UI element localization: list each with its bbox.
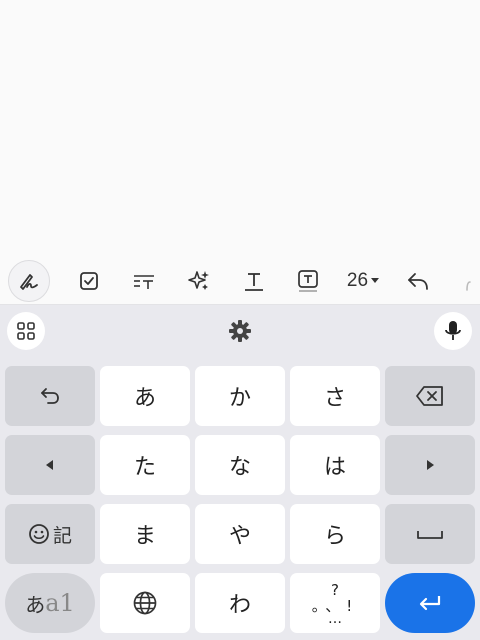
space-bar-icon (417, 531, 443, 539)
key-sa[interactable]: さ (290, 366, 380, 426)
key-ka[interactable]: か (195, 366, 285, 426)
arrow-right-icon (427, 460, 434, 470)
text-underline-icon (245, 272, 263, 291)
key-ma[interactable]: ま (100, 504, 190, 564)
microphone-icon (445, 321, 461, 340)
handwriting-pen-icon (20, 274, 38, 290)
kigou-label: 記 (52, 524, 72, 547)
cursor-left-key[interactable] (5, 435, 95, 495)
language-switch-key[interactable] (100, 573, 190, 633)
arrow-left-icon (46, 460, 53, 470)
editor-toolbar: 26 (0, 257, 480, 305)
handwriting-button[interactable] (8, 260, 50, 302)
note-canvas[interactable] (0, 0, 480, 257)
punctuation-key[interactable]: ? 。、! … (290, 573, 380, 633)
punct-question: ? (331, 580, 339, 599)
mode-alpha-label: a1 (45, 589, 75, 617)
font-size-select[interactable]: 26 (338, 257, 388, 304)
undo-arrow-icon (41, 388, 59, 404)
globe-icon (133, 591, 157, 615)
enter-key[interactable] (385, 573, 475, 633)
backspace-icon (416, 386, 443, 406)
undo-button[interactable] (396, 257, 440, 304)
emoji-smile-icon (29, 524, 49, 544)
punct-ellipsis: … (328, 610, 342, 627)
space-key[interactable] (385, 504, 475, 564)
ai-sparkle-icon (188, 270, 209, 290)
japanese-keyboard: あ か さ た な は 記 ま や ら あ a1 わ ? 。、! … (0, 305, 480, 640)
text-format-button[interactable] (122, 257, 166, 304)
key-ya[interactable]: や (195, 504, 285, 564)
undo-icon (408, 272, 428, 290)
key-ra[interactable]: ら (290, 504, 380, 564)
backspace-key[interactable] (385, 366, 475, 426)
mode-kana-label: あ (25, 592, 46, 617)
chevron-down-icon (371, 278, 380, 283)
settings-button[interactable] (226, 317, 254, 345)
text-box-button[interactable] (286, 257, 330, 304)
emoji-symbol-key[interactable]: 記 (5, 504, 95, 564)
key-wa[interactable]: わ (195, 573, 285, 633)
checkbox-icon (80, 271, 98, 290)
keyboard-top-bar (0, 305, 480, 357)
key-na[interactable]: な (195, 435, 285, 495)
text-underline-button[interactable] (232, 257, 276, 304)
text-format-icon (134, 274, 154, 289)
ai-assist-button[interactable] (177, 257, 221, 304)
redo-icon (466, 280, 471, 291)
apps-grid-icon (17, 322, 35, 340)
redo-button[interactable] (452, 257, 480, 304)
key-ha[interactable]: は (290, 435, 380, 495)
key-ta[interactable]: た (100, 435, 190, 495)
input-mode-key[interactable]: あ a1 (5, 573, 95, 633)
text-box-icon (298, 269, 318, 292)
voice-input-button[interactable] (434, 312, 472, 350)
font-size-value: 26 (346, 269, 369, 291)
apps-button[interactable] (7, 312, 45, 350)
key-a[interactable]: あ (100, 366, 190, 426)
gear-icon (229, 320, 251, 342)
checkbox-button[interactable] (67, 257, 111, 304)
cursor-right-key[interactable] (385, 435, 475, 495)
undo-key[interactable] (5, 366, 95, 426)
enter-arrow-icon (419, 596, 441, 611)
